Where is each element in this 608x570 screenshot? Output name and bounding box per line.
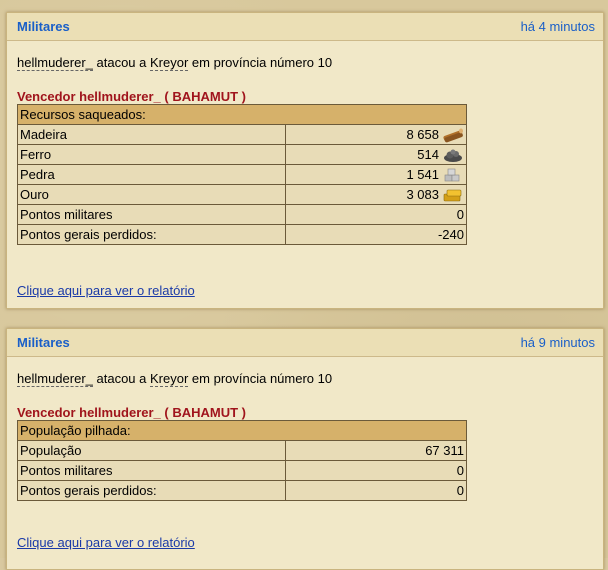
attack-summary: hellmuderer_ atacou a Kreyor em provínci…	[17, 371, 333, 387]
row-label: Pontos militares	[17, 204, 286, 225]
table-header: População pilhada:	[17, 420, 467, 441]
table-header-row: Recursos saqueados:	[17, 104, 467, 125]
view-report-link[interactable]: Clique aqui para ver o relatório	[17, 535, 195, 550]
attack-summary: hellmuderer_ atacou a Kreyor em provínci…	[17, 55, 333, 71]
row-label: Ouro	[17, 184, 286, 205]
row-value: 1 541	[406, 167, 439, 182]
row-label: Madeira	[17, 124, 286, 145]
population-table: População pilhada: População 67 311 Pont…	[17, 420, 467, 501]
table-row: Pontos militares 0	[17, 204, 467, 225]
panel-time: há 4 minutos	[520, 19, 595, 34]
row-value: 8 658	[406, 127, 439, 142]
table-row: Pontos gerais perdidos: -240	[17, 224, 467, 245]
row-value: 0	[285, 460, 467, 481]
table-row: Ouro 3 083	[17, 184, 467, 205]
table-row: Madeira 8 658	[17, 124, 467, 145]
attack-verb: atacou a	[96, 55, 147, 70]
panel-time: há 9 minutos	[520, 335, 595, 350]
view-report-link[interactable]: Clique aqui para ver o relatório	[17, 283, 195, 298]
panel-header: Militares há 9 minutos	[7, 329, 603, 357]
row-value: 0	[285, 204, 467, 225]
table-row: Pontos gerais perdidos: 0	[17, 480, 467, 501]
winner-text: Vencedor hellmuderer_ ( BAHAMUT )	[17, 89, 246, 104]
row-value: -240	[285, 224, 467, 245]
stone-icon	[444, 168, 460, 181]
table-row: Pedra 1 541	[17, 164, 467, 185]
attacker-link[interactable]: hellmuderer_	[17, 371, 93, 387]
row-label: Pontos militares	[17, 460, 286, 481]
row-value: 3 083	[406, 187, 439, 202]
table-header-row: População pilhada:	[17, 420, 467, 441]
table-row: Ferro 514	[17, 144, 467, 165]
winner-text: Vencedor hellmuderer_ ( BAHAMUT )	[17, 405, 246, 420]
defender-link[interactable]: Kreyor	[150, 371, 189, 387]
defender-link[interactable]: Kreyor	[150, 55, 189, 71]
row-label: Pontos gerais perdidos:	[17, 224, 286, 245]
gold-icon	[443, 189, 462, 201]
panel-header: Militares há 4 minutos	[7, 13, 603, 41]
report-panel: Militares há 9 minutos hellmuderer_ atac…	[6, 328, 604, 570]
row-label: Ferro	[17, 144, 286, 165]
attack-location: em província número 10	[191, 55, 333, 70]
panel-body: hellmuderer_ atacou a Kreyor em provínci…	[7, 357, 603, 569]
panel-title[interactable]: Militares	[17, 13, 70, 40]
loot-table: Recursos saqueados: Madeira 8 658 Ferro …	[17, 104, 467, 245]
row-value: 514	[417, 147, 439, 162]
row-label: População	[17, 440, 286, 461]
iron-icon	[444, 149, 462, 162]
panel-title[interactable]: Militares	[17, 329, 70, 356]
wood-icon	[443, 128, 463, 142]
table-header: Recursos saqueados:	[17, 104, 467, 125]
panel-body: hellmuderer_ atacou a Kreyor em provínci…	[7, 41, 603, 308]
row-value: 0	[285, 480, 467, 501]
report-panel: Militares há 4 minutos hellmuderer_ atac…	[6, 12, 604, 309]
table-row: Pontos militares 0	[17, 460, 467, 481]
attack-location: em província número 10	[191, 371, 333, 386]
row-value: 67 311	[285, 440, 467, 461]
row-label: Pontos gerais perdidos:	[17, 480, 286, 501]
attack-verb: atacou a	[96, 371, 147, 386]
table-row: População 67 311	[17, 440, 467, 461]
row-label: Pedra	[17, 164, 286, 185]
attacker-link[interactable]: hellmuderer_	[17, 55, 93, 71]
